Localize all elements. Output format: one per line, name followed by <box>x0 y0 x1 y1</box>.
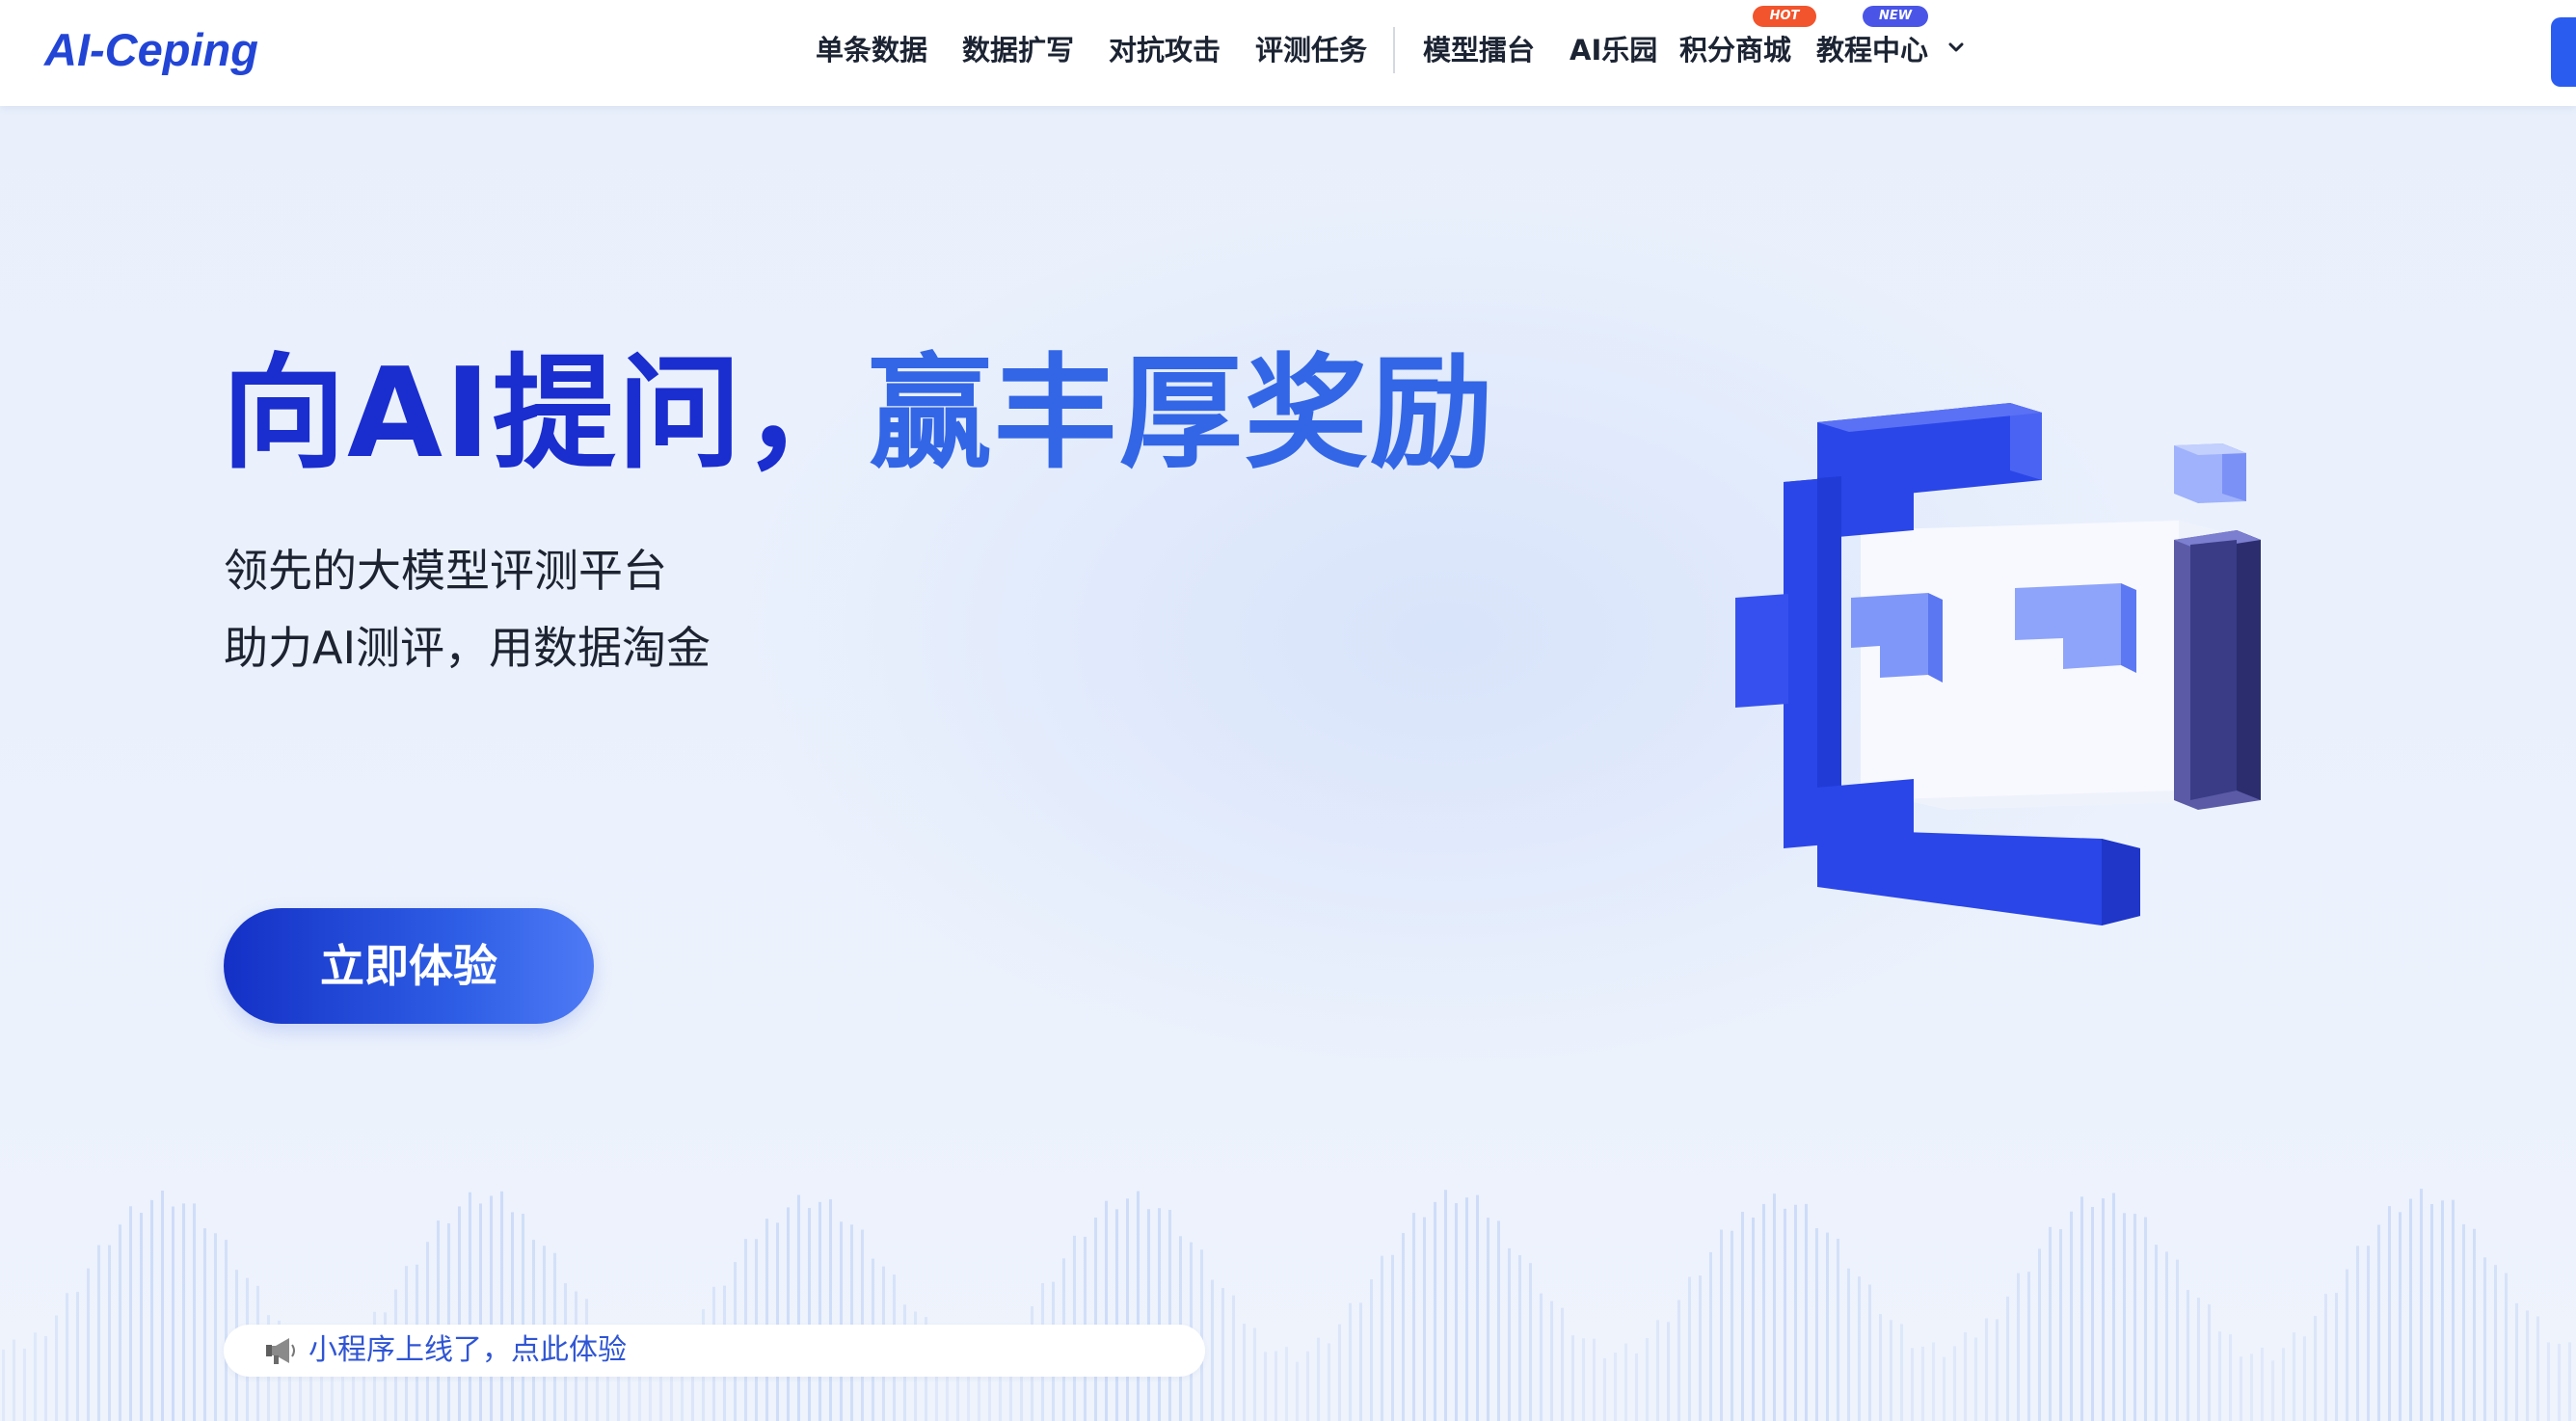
nav-item-adversarial-attack[interactable]: 对抗攻击 <box>1109 31 1221 69</box>
hero-title: 向AI提问，赢丰厚奖励 <box>222 337 1495 492</box>
sound-wave-decoration <box>2 1189 2571 1421</box>
nav-item-ai-park[interactable]: AI乐园 <box>1570 31 1657 69</box>
nav-item-single-data[interactable]: 单条数据 <box>816 31 927 69</box>
nav-item-model-arena[interactable]: 模型擂台 <box>1423 31 1535 69</box>
try-now-button[interactable]: 立即体验 <box>224 908 594 1024</box>
hero-title-part2: 赢丰厚奖励 <box>868 342 1495 486</box>
megaphone-icon <box>266 1338 295 1364</box>
nav-item-points-mall[interactable]: 积分商城 <box>1679 31 1791 69</box>
hot-badge: HOT <box>1753 6 1816 27</box>
login-button[interactable] <box>2551 17 2576 87</box>
nav-item-data-expansion[interactable]: 数据扩写 <box>962 31 1074 69</box>
top-navbar: AI-Ceping 单条数据 数据扩写 对抗攻击 评测任务 模型擂台 AI乐园 … <box>0 0 2576 106</box>
page: AI-Ceping 单条数据 数据扩写 对抗攻击 评测任务 模型擂台 AI乐园 … <box>0 0 2576 1421</box>
hero-title-part1: 向AI提问， <box>222 342 869 486</box>
nav-divider <box>1393 27 1395 73</box>
nav-item-tutorial-center[interactable]: 教程中心 <box>1816 31 1928 69</box>
ai-logo-illustration <box>1735 403 2261 925</box>
notice-text: 小程序上线了，点此体验 <box>309 1333 627 1367</box>
hero-subtitle-line2: 助力AI测评，用数据淘金 <box>224 622 711 674</box>
logo[interactable]: AI-Ceping <box>44 21 258 79</box>
chevron-down-icon[interactable] <box>1944 35 1969 60</box>
hero-subtitle-line1: 领先的大模型评测平台 <box>224 545 667 597</box>
nav-item-eval-tasks[interactable]: 评测任务 <box>1255 31 1367 69</box>
new-badge: NEW <box>1863 6 1928 27</box>
mini-program-notice[interactable]: 小程序上线了，点此体验 <box>224 1325 1205 1377</box>
